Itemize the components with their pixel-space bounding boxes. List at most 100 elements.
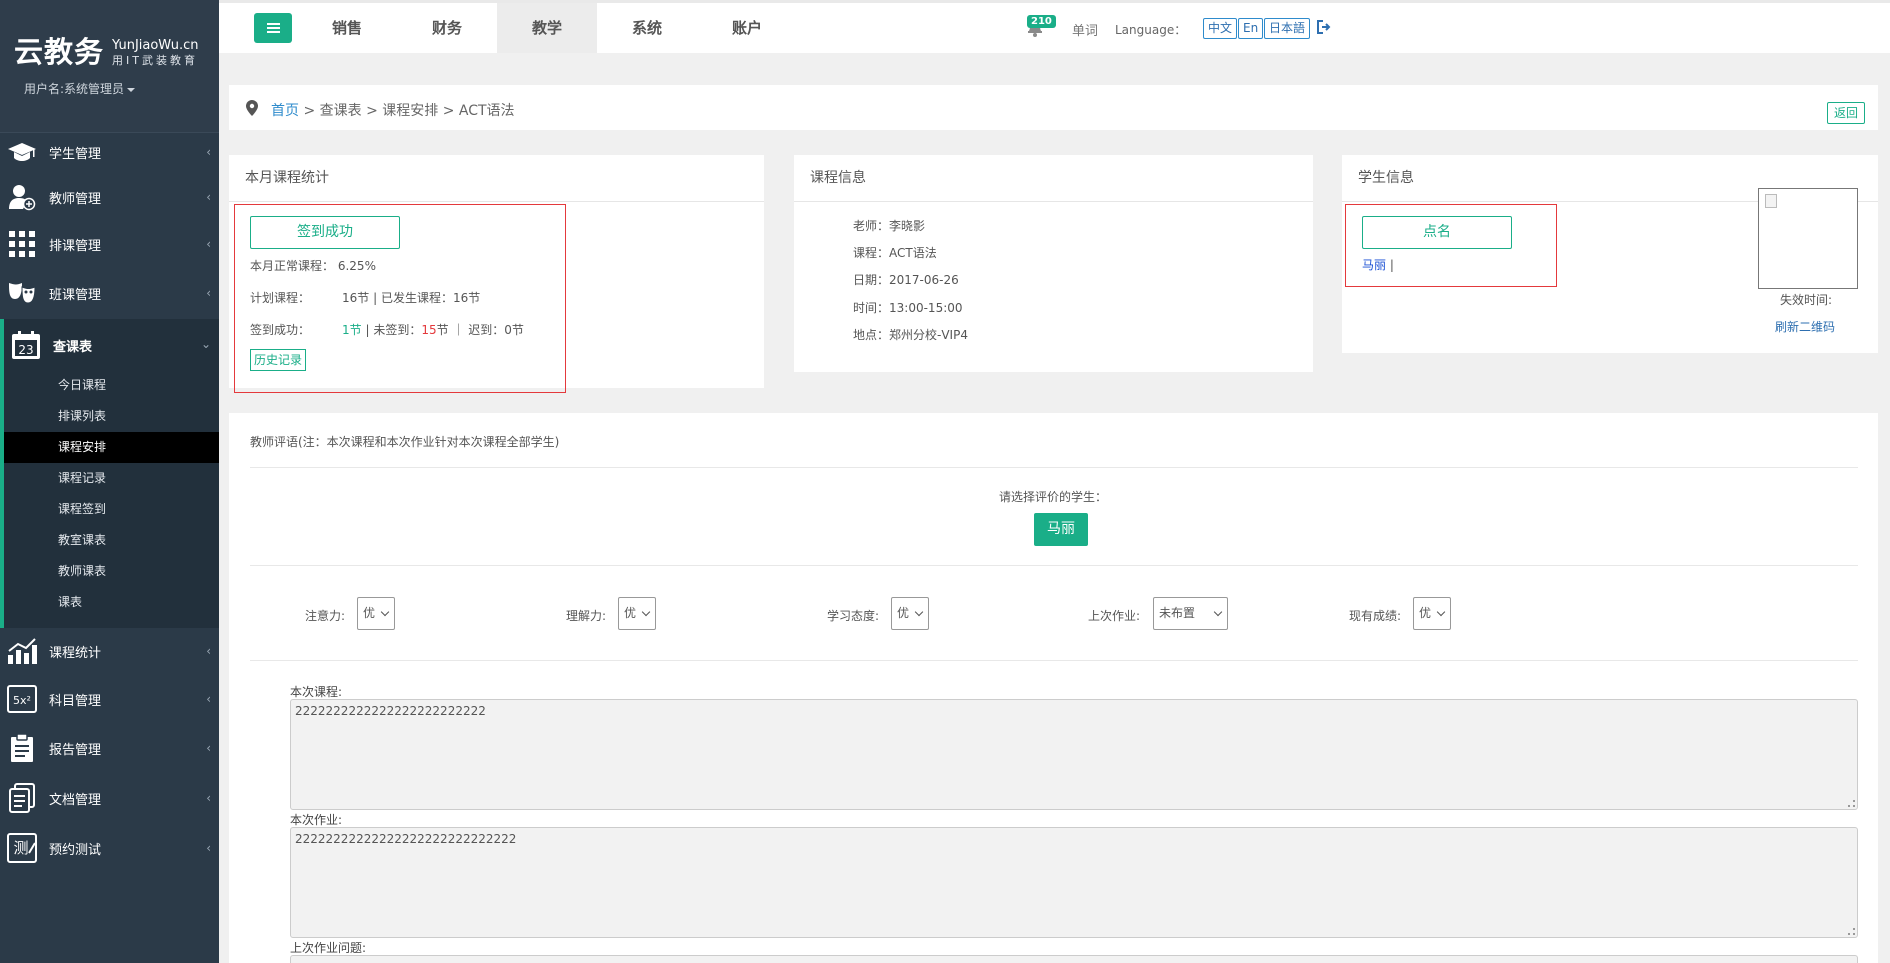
submenu-item-course-arrangement[interactable]: 课程安排 <box>4 432 219 463</box>
current-score-select[interactable]: 优 <box>1413 597 1451 630</box>
attitude-select[interactable]: 优 <box>891 597 929 630</box>
grid-icon <box>4 228 40 260</box>
roll-call-button[interactable]: 点名 <box>1362 216 1512 249</box>
language-label: Language： <box>1115 23 1187 37</box>
this-course-text: 2222222222222222222222222 <box>295 704 486 718</box>
late-label: 迟到： <box>468 323 505 337</box>
lang-japanese-button[interactable]: 日本語 <box>1264 18 1311 39</box>
lang-chinese-button[interactable]: 中文 <box>1203 18 1238 39</box>
place-row: 地点：郑州分校-VIP4 <box>853 326 968 343</box>
sidebar-item-label: 预约测试 <box>49 842 102 858</box>
teacher-row: 老师：李晓影 <box>853 217 925 234</box>
chevron-down-icon <box>380 607 390 617</box>
tab-finance[interactable]: 财务 <box>397 3 497 53</box>
tab-account[interactable]: 账户 <box>697 3 797 53</box>
course-value: ACT语法 <box>889 246 937 260</box>
submenu-item-course-record[interactable]: 课程记录 <box>4 463 219 494</box>
normal-course-label: 本月正常课程： <box>250 259 335 273</box>
sidebar-item-student[interactable]: 学生管理 ‹ <box>0 129 219 175</box>
chevron-left-icon: ‹ <box>206 237 211 251</box>
sidebar-item-teacher[interactable]: 教师管理 ‹ <box>0 174 219 220</box>
comprehension-value: 优 <box>624 606 637 620</box>
logo: 云教务 YunJiaoWu.cn 用IT武装教育 <box>14 34 219 70</box>
graduation-cap-icon <box>4 136 40 168</box>
this-course-textarea[interactable]: 2222222222222222222222222 <box>290 699 1858 810</box>
late-value: 0节 <box>504 323 524 337</box>
sidebar-item-subject[interactable]: 5x² 科目管理 ‹ <box>0 676 219 722</box>
formula-icon: 5x² <box>4 683 40 715</box>
history-record-button[interactable]: 历史记录 <box>250 349 307 371</box>
this-homework-textarea[interactable]: 22222222222222222222222222222 <box>290 827 1858 938</box>
attention-value: 优 <box>363 606 376 620</box>
sidebar-item-class[interactable]: 班课管理 ‹ <box>0 270 219 316</box>
submenu-item-timetable[interactable]: 课表 <box>4 587 219 618</box>
sidebar-item-label: 课程统计 <box>49 645 102 661</box>
sidebar-item-label: 排课管理 <box>49 238 102 254</box>
expire-time-label: 失效时间: <box>1780 293 1833 307</box>
sidebar-item-course-stats[interactable]: 课程统计 ‹ <box>0 628 219 674</box>
course-label: 课程： <box>853 246 890 260</box>
unsigned-label: 未签到： <box>373 323 422 337</box>
signed-in-button[interactable]: 签到成功 <box>250 216 400 249</box>
comprehension-select[interactable]: 优 <box>618 597 656 630</box>
this-homework-label: 本次作业: <box>290 813 343 827</box>
mask-icon <box>4 277 40 309</box>
panel-title: 课程信息 <box>794 155 1313 202</box>
svg-text:5x²: 5x² <box>13 694 31 707</box>
sidebar-item-document[interactable]: 文档管理 ‹ <box>0 775 219 821</box>
attitude-value: 优 <box>897 606 910 620</box>
tab-sales[interactable]: 销售 <box>297 3 397 53</box>
teacher-label: 老师： <box>853 219 890 233</box>
sidebar-item-label: 学生管理 <box>49 146 102 162</box>
student-name-link[interactable]: 马丽 <box>1362 258 1386 272</box>
last-homework-select[interactable]: 未布置 <box>1153 597 1228 630</box>
calendar-day-text: 23 <box>18 343 33 357</box>
menu-toggle-button[interactable] <box>254 13 292 43</box>
breadcrumb-bar: 首页 > 查课表 > 课程安排 > ACT语法 返回 <box>229 85 1878 130</box>
time-row: 时间：13:00-15:00 <box>853 299 963 316</box>
chevron-down-icon <box>641 607 651 617</box>
panel-title: 本月课程统计 <box>229 155 764 202</box>
teacher-value: 李晓影 <box>889 219 926 233</box>
notification-badge: 210 <box>1027 15 1056 28</box>
user-dropdown[interactable]: 用户名:系统管理员 <box>24 80 219 97</box>
resize-grip-icon[interactable] <box>1848 800 1855 807</box>
chevron-left-icon: ‹ <box>206 644 211 658</box>
submenu-item-course-signin[interactable]: 课程签到 <box>4 494 219 525</box>
student-select-button[interactable]: 马丽 <box>1034 513 1088 546</box>
tab-system[interactable]: 系统 <box>597 3 697 53</box>
hamburger-icon <box>266 23 280 33</box>
chart-icon <box>4 635 40 667</box>
sidebar-item-schedule[interactable]: 排课管理 ‹ <box>0 221 219 267</box>
submenu-item-schedule-list[interactable]: 排课列表 <box>4 401 219 432</box>
sidebar-item-booking-test[interactable]: 测 预约测试 ‹ <box>0 825 219 871</box>
sidebar-item-report[interactable]: 报告管理 ‹ <box>0 725 219 771</box>
word-link[interactable]: 单词 <box>1072 20 1098 39</box>
back-button[interactable]: 返回 <box>1827 102 1866 124</box>
last-homework-issue-textarea[interactable] <box>290 955 1858 963</box>
signed-label: 签到成功： <box>250 323 311 337</box>
evaluation-title: 教师评语(注：本次课程和本次作业针对本次课程全部学生) <box>250 435 560 449</box>
tab-teaching[interactable]: 教学 <box>497 3 597 53</box>
logo-slogan: 用IT武装教育 <box>112 54 198 67</box>
submenu-item-classroom-timetable[interactable]: 教室课表 <box>4 525 219 556</box>
attention-select[interactable]: 优 <box>357 597 395 630</box>
resize-grip-icon[interactable] <box>1848 928 1855 935</box>
refresh-qr-link[interactable]: 刷新二维码 <box>1775 318 1835 335</box>
breadcrumb-path: > 查课表 > 课程安排 > ACT语法 <box>299 103 515 119</box>
planned-course-stat: 计划课程： 16节 | 已发生课程：16节 <box>250 291 481 305</box>
submenu-item-teacher-timetable[interactable]: 教师课表 <box>4 556 219 587</box>
lang-english-button[interactable]: En <box>1238 18 1264 39</box>
caret-down-icon <box>127 87 136 92</box>
chevron-down-icon <box>1436 607 1446 617</box>
breadcrumb-home-link[interactable]: 首页 <box>271 103 299 119</box>
comprehension-label: 理解力: <box>566 609 607 623</box>
chevron-left-icon: ‹ <box>206 145 211 159</box>
sidebar-item-label: 文档管理 <box>49 792 102 808</box>
chevron-left-icon: ‹ <box>206 692 211 706</box>
submenu-item-today[interactable]: 今日课程 <box>4 370 219 401</box>
teacher-icon <box>4 181 40 213</box>
logout-icon[interactable] <box>1317 20 1331 34</box>
breadcrumb: 首页 > 查课表 > 课程安排 > ACT语法 <box>271 100 515 120</box>
sidebar-item-timetable[interactable]: 23 查课表 ⌄ <box>0 319 219 371</box>
